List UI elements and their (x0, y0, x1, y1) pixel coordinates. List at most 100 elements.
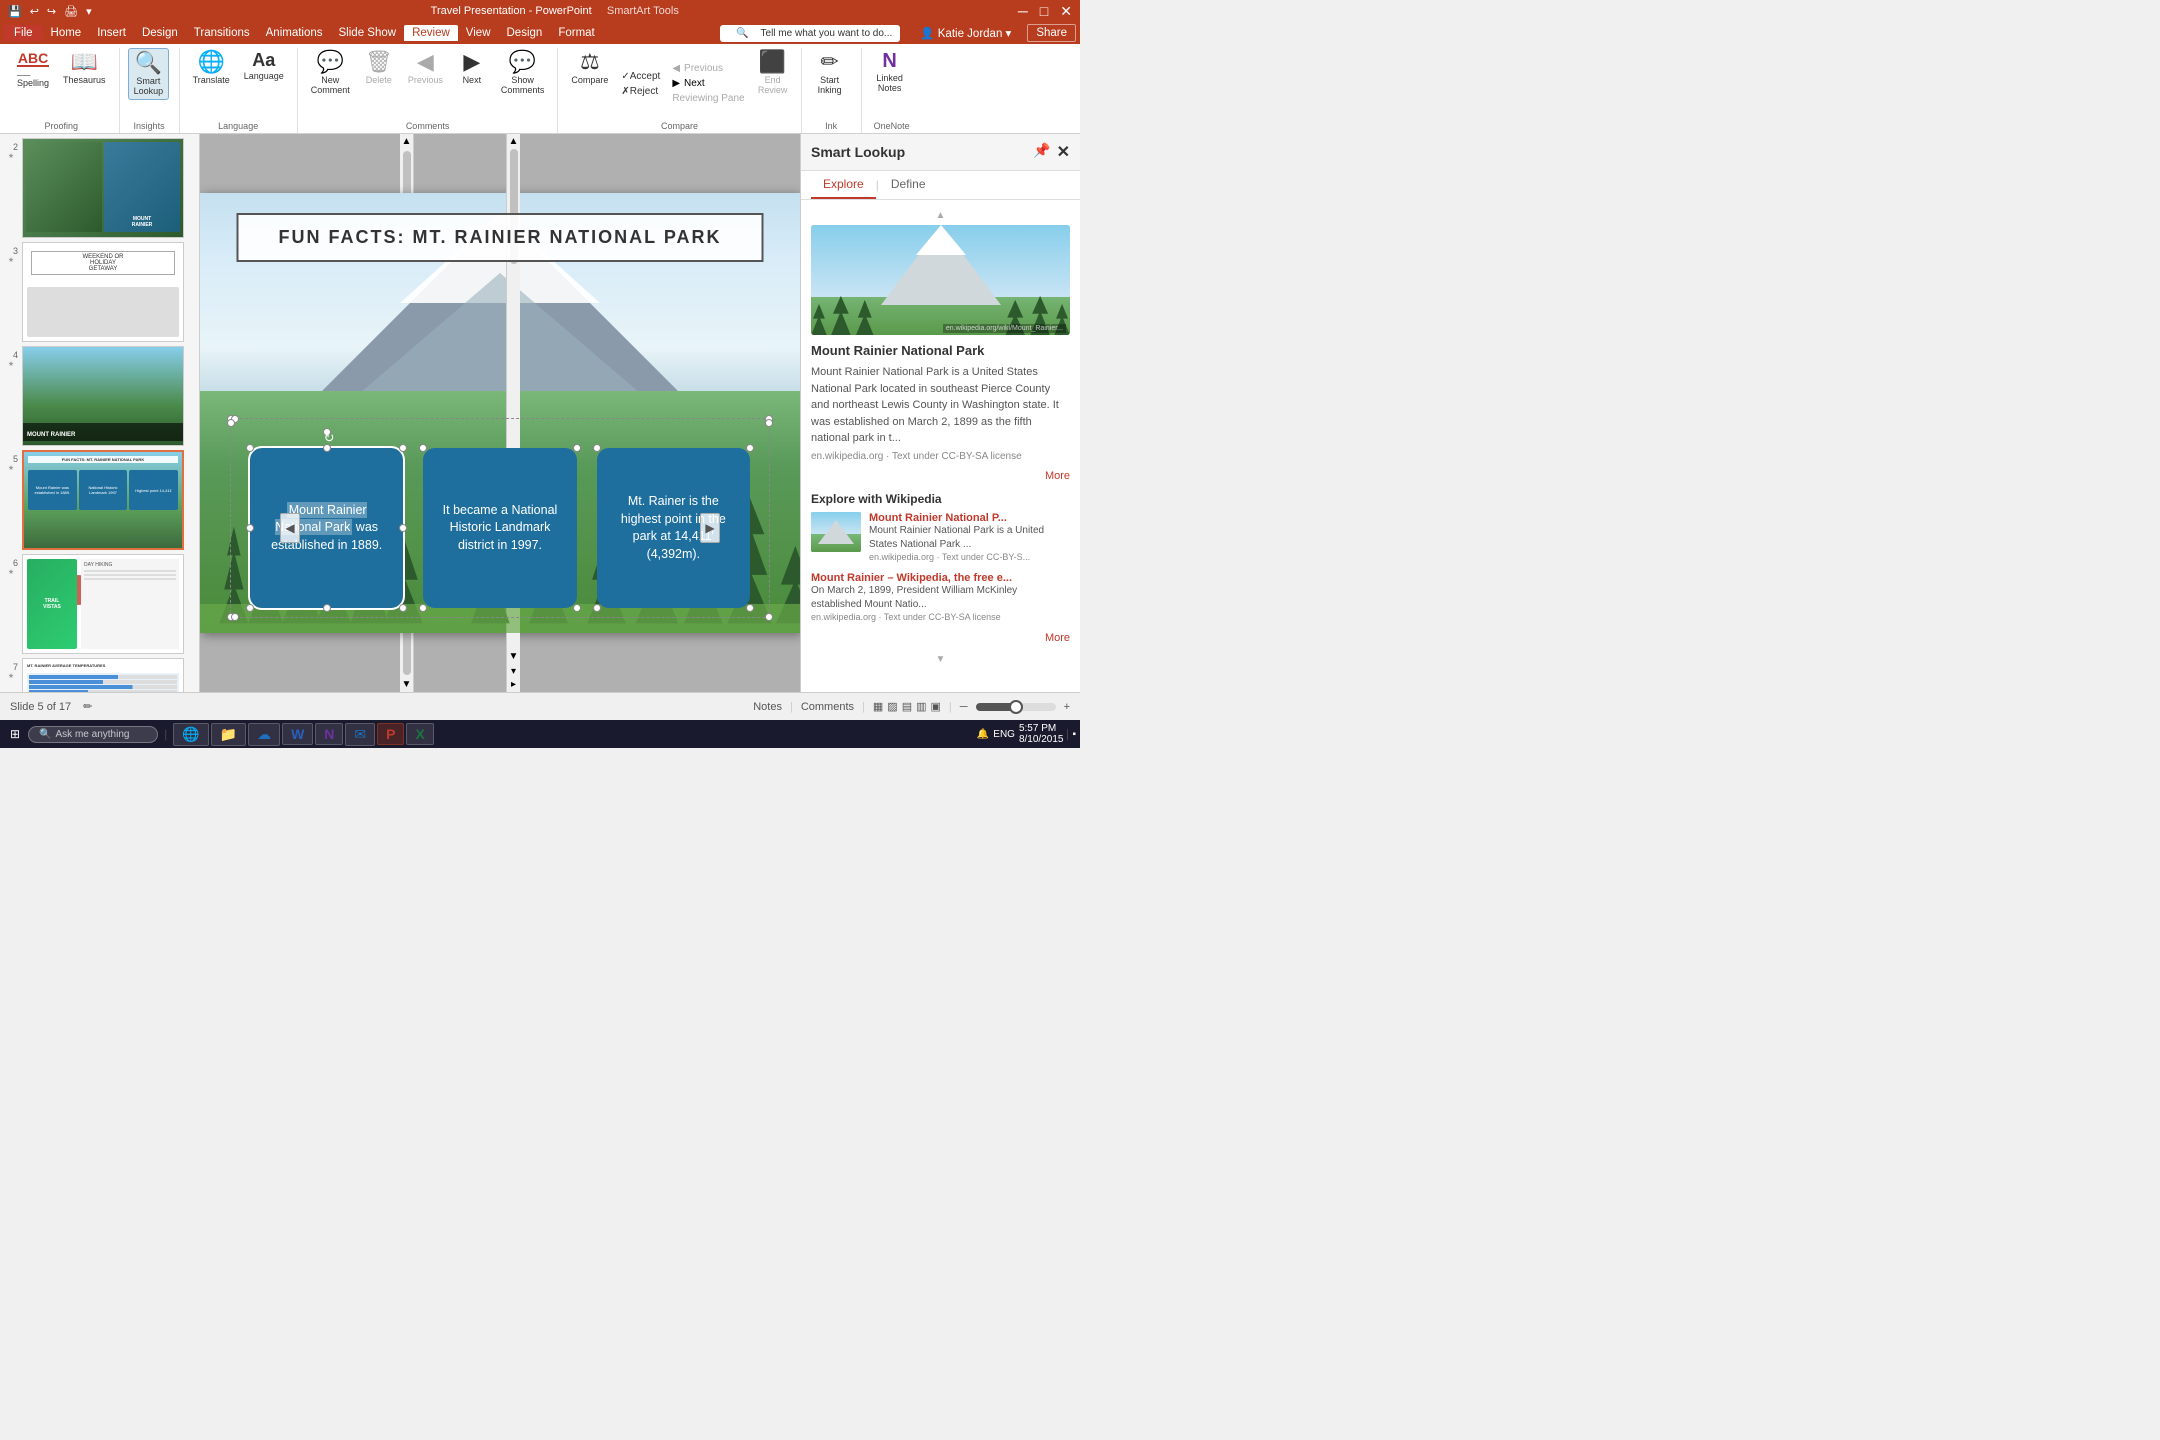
menu-transitions[interactable]: Transitions (186, 25, 258, 41)
translate-btn[interactable]: 🌐 Translate (188, 48, 235, 88)
thesaurus-btn[interactable]: 📖 Thesaurus (58, 48, 111, 88)
wiki-result-1-title[interactable]: Mount Rainier National P... (869, 512, 1070, 524)
view-presenter-btn[interactable]: ▣ (931, 700, 941, 713)
smart-lookup-btn[interactable]: 🔍 SmartLookup (128, 48, 170, 100)
taskbar-app-onedrive[interactable]: ☁ (248, 723, 280, 746)
wiki-result-2-title[interactable]: Mount Rainier – Wikipedia, the free e... (811, 572, 1070, 584)
minimize-btn[interactable]: ─ (1018, 3, 1028, 20)
slide-thumb-2[interactable]: 2 ★ MOUNTRAINIER (4, 138, 195, 238)
handle-tm-1[interactable] (323, 444, 331, 452)
menu-file[interactable]: File (4, 25, 43, 41)
reject-btn[interactable]: ✗ Reject (617, 85, 664, 98)
smart-lookup-close-btn[interactable]: ✕ (1057, 142, 1070, 162)
redo-icon[interactable]: ↪ (47, 5, 56, 18)
accept-btn[interactable]: ✓ Accept (617, 70, 664, 83)
smartart-card-1[interactable]: ↻ Mount Rainier National Park was establ… (250, 448, 403, 608)
view-normal-btn[interactable]: ▦ (873, 700, 883, 713)
handle-tl-1[interactable] (246, 444, 254, 452)
handle-bl-3[interactable] (593, 604, 601, 612)
rotate-handle-1[interactable]: ↻ (323, 428, 331, 436)
window-controls[interactable]: ─ □ ✕ (1018, 3, 1072, 20)
handle-ml-1[interactable] (246, 524, 254, 532)
taskbar-app-word[interactable]: W (282, 723, 313, 745)
view-outline-btn[interactable]: ▨ (887, 700, 897, 713)
compare-prev-btn[interactable]: ◀ Previous (668, 62, 748, 75)
handle-mr-1[interactable] (399, 524, 407, 532)
handle-bm-1[interactable] (323, 604, 331, 612)
smartart-nav-left[interactable]: ◀ (280, 513, 300, 543)
close-btn[interactable]: ✕ (1060, 3, 1072, 20)
maximize-btn[interactable]: □ (1040, 3, 1048, 20)
slide-thumbnail-6[interactable]: TRAILVISTAS DAY HIKING (22, 554, 184, 654)
slide-thumb-7[interactable]: 7 ★ MT. RAINIER AVERAGE TEMPERATURES (4, 658, 195, 692)
smartart-card-3[interactable]: Mt. Rainer is the highest point in the p… (597, 448, 750, 608)
slide-title[interactable]: FUN FACTS: MT. RAINIER NATIONAL PARK (237, 213, 764, 262)
v-scroll-down[interactable]: ▼ (509, 651, 519, 662)
comments-status-btn[interactable]: Comments (801, 701, 854, 713)
handle-tl-2[interactable] (419, 444, 427, 452)
menu-home[interactable]: Home (43, 25, 90, 41)
zoom-in-btn[interactable]: + (1064, 701, 1070, 713)
taskbar-app-onenote[interactable]: N (315, 723, 343, 745)
user-menu[interactable]: 👤 Katie Jordan ▾ (912, 24, 1019, 42)
scroll-up-btn[interactable]: ▲ (402, 136, 412, 147)
start-button[interactable]: ⊞ (4, 725, 26, 743)
delete-btn[interactable]: 🗑 Delete (359, 48, 399, 88)
slide-thumb-4[interactable]: 4 ★ MOUNT RAINIER (4, 346, 195, 446)
lookup-main-more-btn[interactable]: More (811, 470, 1070, 482)
slide-thumbnail-7[interactable]: MT. RAINIER AVERAGE TEMPERATURES (22, 658, 184, 692)
wiki-result-2[interactable]: Mount Rainier – Wikipedia, the free e...… (811, 572, 1070, 622)
handle-tl-3[interactable] (593, 444, 601, 452)
edit-icon[interactable]: ✏ (83, 700, 92, 713)
zoom-out-btn[interactable]: ─ (960, 701, 968, 713)
menu-review[interactable]: Review (404, 25, 458, 41)
smartart-nav-right[interactable]: ▶ (700, 513, 720, 543)
spelling-btn[interactable]: ABC ___ Spelling (12, 48, 54, 91)
menu-animations[interactable]: Animations (258, 25, 331, 41)
menu-format[interactable]: Format (550, 25, 602, 41)
v-scroll-adj2[interactable]: ▸ (511, 679, 516, 690)
smart-lookup-content[interactable]: ▲ (801, 200, 1080, 692)
handle-tr-2[interactable] (573, 444, 581, 452)
start-inking-btn[interactable]: ✏ StartInking (810, 48, 850, 98)
save-icon[interactable]: 💾 (8, 5, 22, 18)
view-icons[interactable]: ▦ ▨ ▤ ▥ ▣ (873, 700, 941, 713)
taskbar-notification-icon[interactable]: 🔔 (977, 729, 989, 740)
smartart-card-2[interactable]: It became a National Historic Landmark d… (423, 448, 576, 608)
show-desktop-btn[interactable]: ▪ (1067, 729, 1076, 740)
linked-notes-btn[interactable]: N LinkedNotes (870, 48, 910, 96)
slide-thumb-3[interactable]: 3 ★ WEEKEND ORHOLIDAYGETAWAY (4, 242, 195, 342)
taskbar-app-explorer[interactable]: 📁 (211, 723, 246, 746)
scroll-down-btn[interactable]: ▼ (402, 679, 412, 690)
search-box[interactable]: 🔍 Tell me what you want to do... (720, 25, 900, 42)
language-btn[interactable]: Aa Language (239, 48, 289, 84)
smart-lookup-controls[interactable]: 📌 ✕ (1033, 142, 1070, 162)
end-review-btn[interactable]: ⬛ EndReview (753, 48, 793, 98)
taskbar-app-excel[interactable]: X (406, 723, 433, 745)
slide-thumb-5[interactable]: 5 ★ FUN FACTS: MT. RAINIER NATIONAL PARK… (4, 450, 195, 550)
smart-lookup-pin-btn[interactable]: 📌 (1033, 142, 1050, 162)
smartart-container[interactable]: ◀ ↻ Mount Rainier National Park was esta… (250, 448, 750, 608)
view-slide-sorter-btn[interactable]: ▥ (916, 700, 926, 713)
lookup-more-btn[interactable]: More (811, 632, 1070, 644)
taskbar-app-powerpoint[interactable]: P (377, 723, 404, 745)
slide-thumbnail-4[interactable]: MOUNT RAINIER (22, 346, 184, 446)
compare-next-btn[interactable]: ▶ Next (668, 77, 748, 90)
menu-insert[interactable]: Insert (89, 25, 134, 41)
handle-bl-1[interactable] (246, 604, 254, 612)
next-comment-btn[interactable]: ▶ Next (452, 48, 492, 88)
handle-tr-1[interactable] (399, 444, 407, 452)
slide-thumbnail-2[interactable]: MOUNTRAINIER (22, 138, 184, 238)
show-comments-btn[interactable]: 💬 ShowComments (496, 48, 550, 98)
tab-explore[interactable]: Explore (811, 171, 876, 199)
v-scroll-adj1[interactable]: ▾ (511, 666, 516, 677)
zoom-thumb[interactable] (1009, 700, 1023, 714)
reviewing-pane-btn[interactable]: Reviewing Pane (668, 92, 748, 105)
slide-thumb-6[interactable]: 6 ★ TRAILVISTAS DAY HIKING (4, 554, 195, 654)
handle-tr-3[interactable] (746, 444, 754, 452)
menu-view[interactable]: View (458, 25, 499, 41)
taskbar-search[interactable]: 🔍 Ask me anything (28, 726, 158, 743)
slide-panel[interactable]: 2 ★ MOUNTRAINIER 3 ★ WEEKEND ORHOLIDAYGE… (0, 134, 200, 692)
menu-design[interactable]: Design (134, 25, 186, 41)
handle-br-3[interactable] (746, 604, 754, 612)
